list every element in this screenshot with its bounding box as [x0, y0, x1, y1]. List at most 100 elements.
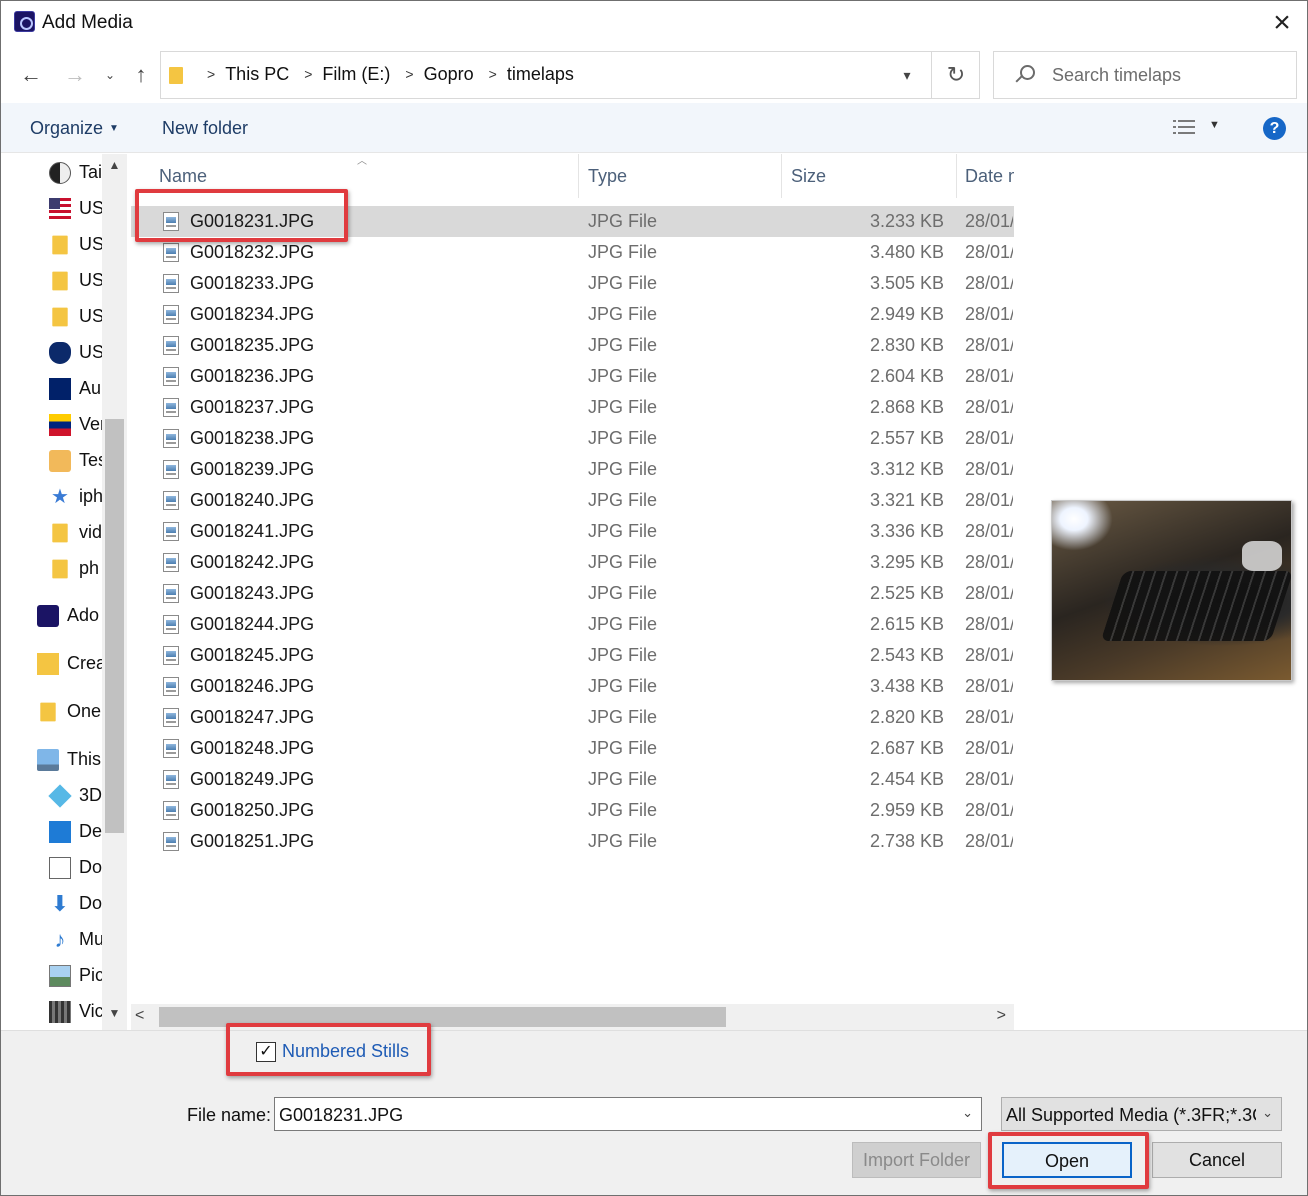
breadcrumb-gopro[interactable]: Gopro [424, 64, 474, 85]
cancel-button[interactable]: Cancel [1152, 1142, 1282, 1178]
file-date-modified: 28/01/ [965, 366, 1013, 386]
column-header-date-modified[interactable]: Date m [955, 154, 1014, 198]
view-options-icon[interactable] [1173, 118, 1195, 138]
image-file-icon [163, 646, 179, 665]
recent-locations-button[interactable]: ⌄ [101, 61, 119, 89]
file-row[interactable]: G0018234.JPG JPG File 2.949 KB 28/01/ [131, 299, 1014, 330]
file-row[interactable]: G0018246.JPG JPG File 3.438 KB 28/01/ [131, 671, 1014, 702]
arrow-right-icon: → [64, 62, 86, 87]
file-size: 3.321 KB [869, 490, 944, 510]
back-button[interactable]: ← [17, 61, 45, 89]
file-row[interactable]: G0018248.JPG JPG File 2.687 KB 28/01/ [131, 733, 1014, 764]
search-icon [1014, 65, 1035, 85]
file-size: 3.480 KB [869, 242, 944, 262]
chevron-right-icon: > [488, 66, 497, 82]
file-row[interactable]: G0018244.JPG JPG File 2.615 KB 28/01/ [131, 609, 1014, 640]
file-name-input[interactable]: G0018231.JPG ⌄ [274, 1097, 982, 1131]
file-row[interactable]: G0018240.JPG JPG File 3.321 KB 28/01/ [131, 485, 1014, 516]
image-file-icon [163, 460, 179, 479]
file-row[interactable]: G0018243.JPG JPG File 2.525 KB 28/01/ [131, 578, 1014, 609]
file-row[interactable]: G0018233.JPG JPG File 3.505 KB 28/01/ [131, 268, 1014, 299]
help-icon[interactable]: ? [1263, 117, 1286, 140]
close-button[interactable]: × [1257, 1, 1307, 47]
image-file-icon [163, 212, 179, 231]
file-name: G0018243.JPG [190, 583, 315, 603]
search-input[interactable] [1052, 63, 1282, 87]
file-date-modified: 28/01/ [965, 211, 1013, 231]
file-type-filter-select[interactable]: All Supported Media (*.3FR;*.3G ⌄ [1001, 1097, 1282, 1131]
image-file-icon [163, 739, 179, 758]
breadcrumb-film-drive[interactable]: Film (E:) [322, 64, 390, 85]
numbered-stills-checkbox[interactable]: ✓ [256, 1042, 276, 1062]
file-row[interactable]: G0018249.JPG JPG File 2.454 KB 28/01/ [131, 764, 1014, 795]
file-row[interactable]: G0018245.JPG JPG File 2.543 KB 28/01/ [131, 640, 1014, 671]
folder-icon [52, 523, 68, 543]
organize-menu-button[interactable]: Organize ▼ [30, 118, 119, 139]
chevron-down-icon: ▾ [903, 67, 911, 83]
up-button[interactable]: ↑ [127, 61, 155, 89]
file-name-value[interactable]: G0018231.JPG [279, 1105, 403, 1126]
chevron-down-icon: ⌄ [104, 68, 116, 82]
file-size: 2.959 KB [869, 800, 944, 820]
file-row[interactable]: G0018232.JPG JPG File 3.480 KB 28/01/ [131, 237, 1014, 268]
scroll-left-icon[interactable]: < [135, 1007, 144, 1025]
divider [931, 52, 932, 98]
open-button[interactable]: Open [1002, 1142, 1132, 1178]
image-preview-thumbnail [1051, 500, 1292, 681]
file-size: 3.336 KB [869, 521, 944, 541]
file-row[interactable]: G0018251.JPG JPG File 2.738 KB 28/01/ [131, 826, 1014, 857]
scroll-down-icon[interactable]: ▼ [102, 1006, 127, 1020]
search-box[interactable] [993, 51, 1297, 99]
file-row[interactable]: G0018250.JPG JPG File 2.959 KB 28/01/ [131, 795, 1014, 826]
folder-icon [169, 67, 183, 84]
file-row[interactable]: G0018238.JPG JPG File 2.557 KB 28/01/ [131, 423, 1014, 454]
folder-icon [52, 307, 68, 327]
file-name: G0018241.JPG [190, 521, 315, 541]
numbered-stills-label[interactable]: Numbered Stills [282, 1041, 409, 1062]
column-header-name[interactable]: Name [149, 154, 579, 198]
chevron-down-icon[interactable]: ⌄ [962, 1105, 973, 1121]
address-history-button[interactable]: ▾ [895, 62, 919, 88]
new-folder-button[interactable]: New folder [162, 118, 248, 139]
image-file-icon [163, 336, 179, 355]
column-header-size[interactable]: Size [781, 154, 957, 198]
image-file-icon [163, 367, 179, 386]
file-row[interactable]: G0018241.JPG JPG File 3.336 KB 28/01/ [131, 516, 1014, 547]
scrollbar-thumb[interactable] [159, 1007, 726, 1027]
file-row[interactable]: G0018242.JPG JPG File 3.295 KB 28/01/ [131, 547, 1014, 578]
import-folder-button[interactable]: Import Folder [852, 1142, 981, 1178]
navigation-pane: Tai US US US US US Au Ver Tes ★ iph vid p… [1, 154, 127, 1030]
refresh-button[interactable]: ↻ [941, 60, 971, 90]
file-row[interactable]: G0018235.JPG JPG File 2.830 KB 28/01/ [131, 330, 1014, 361]
address-bar[interactable]: > This PC > Film (E:) > Gopro > timelaps ▾ ↻ [160, 51, 980, 99]
file-type: JPG File [588, 304, 658, 324]
file-date-modified: 28/01/ [965, 676, 1013, 696]
image-file-icon [163, 491, 179, 510]
file-size: 2.454 KB [869, 769, 944, 789]
creative-cloud-folder-icon [37, 653, 59, 675]
file-row[interactable]: G0018239.JPG JPG File 3.312 KB 28/01/ [131, 454, 1014, 485]
file-row[interactable]: G0018236.JPG JPG File 2.604 KB 28/01/ [131, 361, 1014, 392]
file-date-modified: 28/01/ [965, 242, 1013, 262]
view-caret-down-icon[interactable]: ▼ [1209, 119, 1220, 131]
file-row[interactable]: G0018237.JPG JPG File 2.868 KB 28/01/ [131, 392, 1014, 423]
scroll-right-icon[interactable]: > [997, 1007, 1006, 1025]
forward-button[interactable]: → [61, 61, 89, 89]
file-row[interactable]: G0018247.JPG JPG File 2.820 KB 28/01/ [131, 702, 1014, 733]
navigation-bar: ← → ⌄ ↑ > This PC > Film (E:) > Gopro > time… [1, 47, 1307, 103]
image-file-icon [163, 429, 179, 448]
breadcrumb-this-pc[interactable]: This PC [225, 64, 289, 85]
arrow-left-icon: ← [20, 62, 42, 87]
scroll-up-icon[interactable]: ▲ [102, 158, 127, 172]
ve-flag-icon [49, 414, 71, 436]
file-type: JPG File [588, 769, 658, 789]
adobe-icon [37, 605, 59, 627]
column-header-type[interactable]: Type [578, 154, 782, 198]
horizontal-scrollbar[interactable]: < > [131, 1004, 1014, 1030]
title-bar: Add Media × [1, 1, 1307, 47]
scrollbar-thumb[interactable] [105, 419, 124, 833]
file-list: ︿ Name Type Size Date m G0018231.JPGJPG … [131, 154, 1014, 1030]
navigation-pane-scrollbar[interactable]: ▲ ▼ [102, 154, 127, 1030]
breadcrumb-timelaps[interactable]: timelaps [507, 64, 574, 85]
file-row[interactable]: G0018231.JPG JPG File 3.233 KB 28/01/ [131, 206, 1014, 237]
